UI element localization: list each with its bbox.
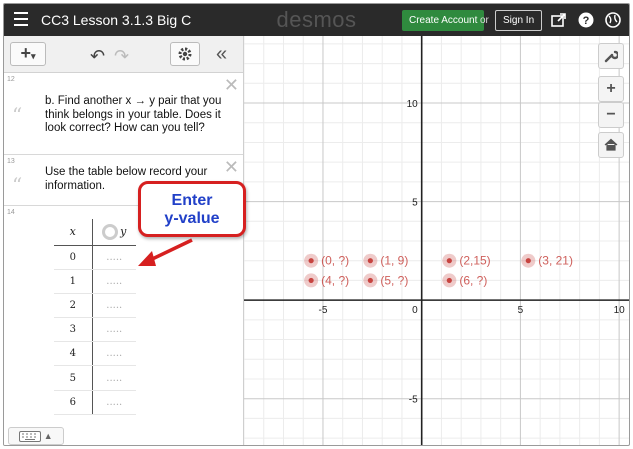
- table-cell-y[interactable]: .....: [92, 390, 136, 415]
- undo-icon[interactable]: ↶: [90, 46, 105, 67]
- note-item[interactable]: 12 “ b. Find another x → y pair that you…: [4, 73, 243, 155]
- table-cell-y[interactable]: .....: [92, 245, 136, 270]
- callout-line-2: y-value: [164, 210, 220, 227]
- expression-panel: +▾ ↶ ↷ « 12 “ b. Find another x → y pair…: [4, 36, 244, 445]
- zoom-in-button[interactable]: +: [598, 76, 624, 102]
- or-text: or: [480, 15, 489, 26]
- table-cell-x[interactable]: 2: [54, 293, 93, 319]
- wrench-icon: [604, 50, 620, 63]
- y-tick-label: 10: [407, 99, 419, 110]
- caret-up-icon: ▲: [43, 431, 53, 441]
- item-number: 12: [7, 76, 15, 83]
- point[interactable]: [367, 258, 373, 264]
- table-cell-x[interactable]: 4: [54, 341, 93, 367]
- graph-canvas[interactable]: -5 0 5 10 10 5 -5 (0, ?) (1, 9) (2,15) (3, 21) (4,…: [244, 36, 629, 446]
- table-cell-y[interactable]: .....: [92, 317, 136, 343]
- point-label: (6, ?): [459, 273, 487, 287]
- share-icon[interactable]: [550, 11, 568, 29]
- table-cell-y[interactable]: .....: [92, 293, 136, 319]
- note-text[interactable]: b. Find another x → y pair that you thin…: [45, 95, 230, 136]
- point[interactable]: [367, 277, 373, 284]
- table-cell-y[interactable]: .....: [92, 341, 136, 367]
- keyboard-toggle-button[interactable]: ▲: [8, 427, 64, 445]
- point-label: (1, 9): [380, 254, 408, 268]
- annotation-callout: Enter y-value: [138, 181, 246, 237]
- item-number: 14: [7, 209, 15, 216]
- point[interactable]: [525, 258, 531, 264]
- graph-paper[interactable]: -5 0 5 10 10 5 -5 (0, ?) (1, 9) (2,15) (3, 21) (4,…: [244, 36, 629, 446]
- delete-icon[interactable]: ✕: [224, 157, 239, 178]
- point-label: (2,15): [459, 254, 490, 268]
- expression-toolbar: +▾ ↶ ↷ «: [4, 36, 243, 73]
- xy-table: x y 0..... 1..... 2..... 3..... 4..... 5…: [54, 219, 136, 415]
- x-tick-label: 10: [614, 305, 626, 316]
- help-icon[interactable]: ?: [577, 11, 595, 29]
- x-tick-label: 0: [412, 305, 418, 316]
- table-header-y-label: y: [120, 224, 127, 238]
- y-tick-label: 5: [412, 198, 418, 209]
- quote-icon: “: [12, 173, 23, 197]
- table-cell-y[interactable]: .....: [92, 365, 136, 391]
- quote-icon: “: [12, 103, 23, 127]
- svg-text:?: ?: [583, 15, 590, 27]
- table-cell-x[interactable]: 3: [54, 317, 93, 343]
- point[interactable]: [308, 258, 314, 264]
- collapse-panel-icon[interactable]: «: [216, 43, 227, 66]
- callout-line-1: Enter: [171, 192, 213, 209]
- keyboard-icon: [19, 431, 42, 443]
- home-icon: [604, 138, 618, 151]
- point[interactable]: [308, 277, 314, 284]
- table-cell-x[interactable]: 0: [54, 245, 93, 270]
- point[interactable]: [446, 277, 452, 284]
- table-cell-y[interactable]: .....: [92, 269, 136, 294]
- table-cell-x[interactable]: 6: [54, 390, 93, 415]
- table-cell-x[interactable]: 5: [54, 365, 93, 391]
- point-style-icon[interactable]: [102, 223, 119, 240]
- point-label: (0, ?): [321, 254, 349, 268]
- table-header-y[interactable]: y: [92, 219, 136, 246]
- graph-title[interactable]: CC3 Lesson 3.1.3 Big C: [41, 12, 191, 28]
- x-tick-label: -5: [319, 305, 328, 316]
- point-label: (4, ?): [321, 273, 349, 287]
- create-account-button[interactable]: Create Account: [402, 10, 485, 31]
- x-tick-label: 5: [518, 305, 524, 316]
- sign-in-button[interactable]: Sign In: [495, 10, 543, 31]
- delete-icon[interactable]: ✕: [224, 75, 239, 96]
- settings-button[interactable]: [170, 42, 200, 66]
- y-tick-label: -5: [409, 395, 418, 406]
- table-header-x[interactable]: x: [54, 219, 93, 246]
- table-cell-x[interactable]: 1: [54, 269, 93, 294]
- item-number: 13: [7, 158, 15, 165]
- top-bar: CC3 Lesson 3.1.3 Big C desmos Create Acc…: [4, 4, 629, 36]
- zoom-out-button[interactable]: −: [598, 102, 624, 128]
- redo-icon[interactable]: ↷: [114, 46, 129, 67]
- default-viewport-button[interactable]: [598, 132, 624, 158]
- graph-settings-button[interactable]: [598, 43, 624, 69]
- point-label: (5, ?): [380, 273, 408, 287]
- point-label: (3, 21): [538, 254, 573, 268]
- menu-icon[interactable]: [14, 12, 28, 26]
- point[interactable]: [446, 258, 452, 264]
- points-layer[interactable]: (0, ?) (1, 9) (2,15) (3, 21) (4, ?) (5, ?) (6,…: [304, 253, 573, 288]
- globe-icon[interactable]: [604, 11, 622, 29]
- gear-icon: [178, 47, 192, 61]
- grid-minor: [244, 36, 629, 445]
- app-window: CC3 Lesson 3.1.3 Big C desmos Create Acc…: [3, 3, 630, 446]
- add-item-button[interactable]: +▾: [10, 42, 46, 66]
